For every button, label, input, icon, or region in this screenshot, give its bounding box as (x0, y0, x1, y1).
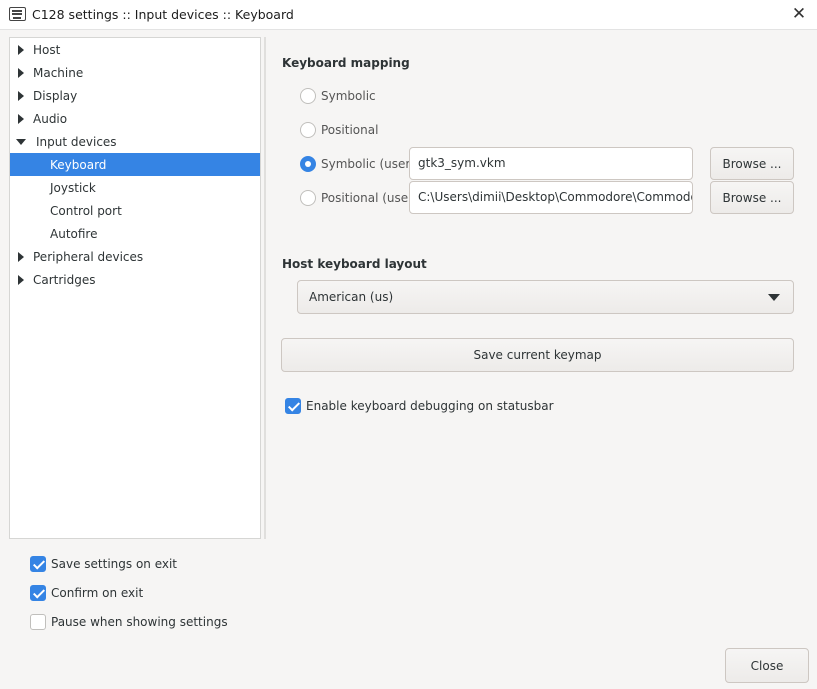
host-layout-selected: American (us) (309, 290, 394, 304)
tree-item-input-devices[interactable]: Input devices (10, 130, 260, 153)
tree-item-cartridges[interactable]: Cartridges (10, 268, 260, 291)
tree-item-joystick[interactable]: Joystick (10, 176, 260, 199)
checkbox[interactable] (285, 398, 301, 414)
radio-symbolic[interactable]: Symbolic (300, 88, 376, 104)
checkbox[interactable] (30, 614, 46, 630)
radio-positional-user[interactable]: Positional (user) (300, 190, 418, 206)
tree-item-peripheral-devices[interactable]: Peripheral devices (10, 245, 260, 268)
expander-icon[interactable] (18, 251, 24, 262)
title-bar: C128 settings :: Input devices :: Keyboa… (0, 0, 817, 30)
expander-icon[interactable] (18, 113, 24, 124)
browse-symbolic-button[interactable]: Browse ... (710, 147, 794, 180)
expander-icon[interactable] (18, 44, 24, 55)
positional-keymap-file-input[interactable]: C:\Users\dimii\Desktop\Commodore\Commodo… (409, 181, 693, 214)
keyboard-debug-checkbox[interactable]: Enable keyboard debugging on statusbar (285, 398, 554, 414)
tree-item-display[interactable]: Display (10, 84, 260, 107)
radio-button[interactable] (300, 88, 316, 104)
app-icon (9, 7, 26, 21)
keyboard-mapping-title: Keyboard mapping (282, 56, 410, 70)
save-keymap-button[interactable]: Save current keymap (281, 338, 794, 372)
expander-icon[interactable] (18, 90, 24, 101)
expander-icon[interactable] (18, 274, 24, 285)
browse-positional-button[interactable]: Browse ... (710, 181, 794, 214)
pane-separator[interactable] (264, 37, 266, 539)
confirm-on-exit-checkbox[interactable]: Confirm on exit (30, 585, 143, 601)
close-window-icon[interactable]: ✕ (789, 4, 809, 24)
expander-open-icon[interactable] (16, 138, 26, 145)
radio-positional[interactable]: Positional (300, 122, 378, 138)
settings-tree: Host Machine Display Audio Input devices… (9, 37, 261, 539)
checkbox[interactable] (30, 585, 46, 601)
close-button[interactable]: Close (725, 648, 809, 683)
tree-item-host[interactable]: Host (10, 38, 260, 61)
symbolic-keymap-file-input[interactable]: gtk3_sym.vkm (409, 147, 693, 180)
tree-item-control-port[interactable]: Control port (10, 199, 260, 222)
tree-item-autofire[interactable]: Autofire (10, 222, 260, 245)
window-title: C128 settings :: Input devices :: Keyboa… (32, 7, 294, 22)
host-layout-title: Host keyboard layout (282, 257, 427, 271)
host-layout-dropdown[interactable]: American (us) (297, 280, 794, 314)
checkbox[interactable] (30, 556, 46, 572)
expander-icon[interactable] (18, 67, 24, 78)
chevron-down-icon (768, 294, 780, 301)
radio-button[interactable] (300, 122, 316, 138)
save-on-exit-checkbox[interactable]: Save settings on exit (30, 556, 177, 572)
tree-item-audio[interactable]: Audio (10, 107, 260, 130)
radio-button[interactable] (300, 156, 316, 172)
tree-item-machine[interactable]: Machine (10, 61, 260, 84)
radio-button[interactable] (300, 190, 316, 206)
tree-item-keyboard[interactable]: Keyboard (10, 153, 260, 176)
pause-when-showing-checkbox[interactable]: Pause when showing settings (30, 614, 228, 630)
radio-symbolic-user[interactable]: Symbolic (user) (300, 156, 415, 172)
